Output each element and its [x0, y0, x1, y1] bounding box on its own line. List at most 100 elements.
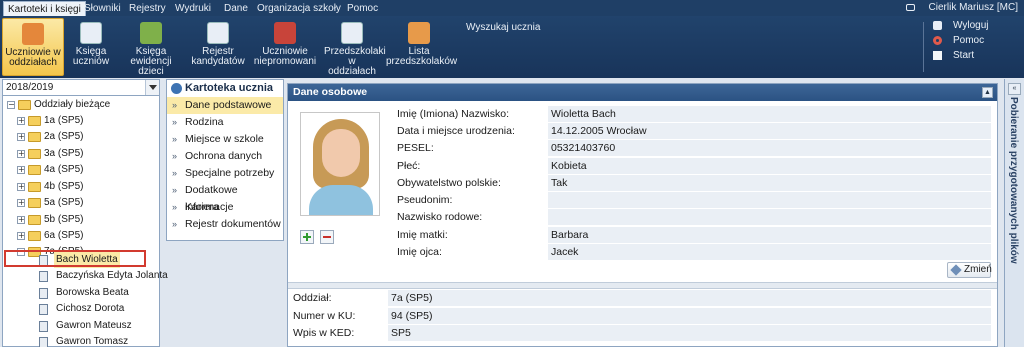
field-pesel: 05321403760 [548, 140, 991, 156]
field-full-name: Wioletta Bach [548, 106, 991, 122]
tool-ksiega-uczniow[interactable]: Księga uczniów [68, 18, 114, 76]
register-book-icon [140, 22, 162, 44]
expand-icon[interactable]: + [17, 133, 25, 141]
nav-item-miejsce-w-szkole[interactable]: » Miejsce w szkole [167, 131, 283, 148]
preschool-list-icon [408, 22, 430, 44]
personal-data-panel: Dane osobowe ▲ Imię (Imiona) Nazwisko: W… [287, 83, 998, 347]
chevron-right-icon: » [172, 134, 178, 144]
nav-item-label: Specjalne potrzeby [185, 167, 275, 179]
tool-label: Uczniowie w oddziałach [5, 47, 61, 68]
student-record-icon [171, 83, 182, 94]
nav-item-label: Ochrona danych [185, 150, 263, 162]
tool-przedszkolaki-w-oddzialach[interactable]: Przedszkolaki w oddziałach [324, 18, 386, 77]
tool-ksiega-ewidencji-dzieci[interactable]: Księga ewidencji dzieci [118, 18, 184, 77]
tool-uczniowie-w-oddzialach[interactable]: Uczniowie w oddziałach [2, 18, 64, 76]
class-label: 5a (SP5) [44, 197, 84, 208]
nav-item-kariera[interactable]: » Kariera [167, 199, 283, 216]
student-label: Borowska Beata [56, 287, 129, 298]
nav-item-label: Kariera [185, 201, 219, 213]
chevron-right-icon: » [172, 202, 178, 212]
expand-icon[interactable]: + [17, 117, 25, 125]
school-year-select[interactable]: 2018/2019 [3, 80, 159, 96]
field-ku-number: 94 (SP5) [388, 308, 991, 324]
pencil-icon [950, 264, 962, 276]
add-photo-button[interactable] [300, 230, 314, 244]
expand-icon[interactable]: + [17, 199, 25, 207]
menu-rejestry[interactable]: Rejestry [125, 1, 170, 16]
menu-pomoc[interactable]: Pomoc [343, 1, 382, 16]
right-actions: Wyloguj Pomoc Start [923, 18, 988, 63]
nav-item-label: Rejestr dokumentów [185, 218, 281, 230]
nav-item-rodzina[interactable]: » Rodzina [167, 114, 283, 131]
nav-item-specjalne-potrzeby[interactable]: » Specjalne potrzeby [167, 165, 283, 182]
folder-icon [28, 165, 41, 175]
tool-lista-przedszkolakow[interactable]: Lista przedszkolaków [386, 18, 458, 76]
edit-button[interactable]: Zmień [947, 262, 992, 278]
chevron-right-icon: » [172, 100, 178, 110]
expand-icon[interactable]: + [17, 216, 25, 224]
menu-wydruki[interactable]: Wydruki [171, 1, 215, 16]
field-label: Wpis w KED: [293, 327, 355, 339]
tool-rejestr-kandydatow[interactable]: Rejestr kandydatów [190, 18, 246, 76]
expand-icon[interactable]: + [17, 232, 25, 240]
nav-item-dodatkowe-informacje[interactable]: » Dodatkowe informacje [167, 182, 283, 213]
remove-photo-button[interactable] [320, 230, 334, 244]
field-label: PESEL: [397, 142, 434, 154]
field-father-name: Jacek [548, 244, 991, 260]
field-birth: 14.12.2005 Wrocław [548, 123, 991, 139]
expand-icon[interactable]: + [17, 166, 25, 174]
student-label: Baczyńska Edyta Jolanta [56, 270, 168, 281]
nav-item-label: Dane podstawowe [185, 99, 272, 111]
nav-item-rejestr-dokumentow[interactable]: » Rejestr dokumentów [167, 216, 283, 233]
menu-slowniki[interactable]: Słowniki [80, 1, 125, 16]
start-button[interactable]: Start [923, 48, 988, 63]
collapse-up-icon[interactable]: ▲ [982, 87, 993, 98]
class-label: 2a (SP5) [44, 131, 84, 142]
menu-organizacja-szkoly[interactable]: Organizacja szkoły [253, 1, 345, 16]
search-student-label[interactable]: Wyszukaj ucznia [466, 22, 540, 33]
expand-left-icon[interactable]: « [1008, 83, 1021, 95]
nav-item-ochrona-danych[interactable]: » Ochrona danych [167, 148, 283, 165]
tool-uczniowie-niepromowani[interactable]: Uczniowie niepromowani [253, 18, 317, 76]
lock-icon [933, 21, 942, 30]
field-nickname [548, 192, 991, 208]
lifebuoy-icon [933, 36, 942, 45]
edit-label: Zmień [964, 264, 992, 275]
preschool-groups-icon [341, 22, 363, 44]
menu-bar: Kartoteki i księgi Słowniki Rejestry Wyd… [0, 0, 1024, 16]
collapse-icon[interactable]: − [7, 101, 15, 109]
student-card-icon [39, 271, 48, 282]
user-name[interactable]: Cierlik Mariusz [MC] [929, 0, 1018, 16]
nav-item-dane-podstawowe[interactable]: » Dane podstawowe [167, 97, 283, 114]
expand-icon[interactable]: + [17, 150, 25, 158]
field-class: 7a (SP5) [388, 290, 991, 306]
class-tree-panel: 2018/2019 − Oddziały bieżące + 1a (SP5) … [2, 79, 168, 347]
chevron-right-icon: » [172, 185, 178, 195]
class-label: 4b (SP5) [44, 181, 84, 192]
student-record-nav: Kartoteka ucznia » Dane podstawowe » Rodzi… [166, 79, 284, 241]
not-promoted-icon [274, 22, 296, 44]
folder-icon [28, 182, 41, 192]
class-label: 1a (SP5) [44, 115, 84, 126]
expand-icon[interactable]: + [17, 183, 25, 191]
messages-icon[interactable] [906, 4, 915, 11]
menu-kartoteki[interactable]: Kartoteki i księgi [3, 1, 86, 16]
field-gender: Kobieta [548, 158, 991, 174]
student-card-icon [39, 337, 48, 347]
field-label: Data i miejsce urodzenia: [397, 125, 515, 137]
folder-icon [28, 132, 41, 142]
help-button[interactable]: Pomoc [923, 33, 988, 48]
chevron-down-icon[interactable] [145, 80, 159, 95]
field-label: Nazwisko rodowe: [397, 211, 483, 223]
tool-label: Księga uczniów [72, 46, 110, 67]
field-label: Imię (Imiona) Nazwisko: [397, 108, 510, 120]
tool-label: Lista przedszkolaków [386, 46, 458, 67]
student-label: Gawron Tomasz [56, 336, 129, 347]
field-mother-name: Barbara [548, 227, 991, 243]
field-citizenship: Tak [548, 175, 991, 191]
panel-title: Dane osobowe [293, 86, 368, 98]
folder-open-icon [18, 100, 31, 110]
menu-dane[interactable]: Dane [220, 1, 252, 16]
downloads-side-panel[interactable]: « Pobieranie przygotowanych plików [1004, 79, 1024, 347]
logout-button[interactable]: Wyloguj [923, 18, 988, 33]
